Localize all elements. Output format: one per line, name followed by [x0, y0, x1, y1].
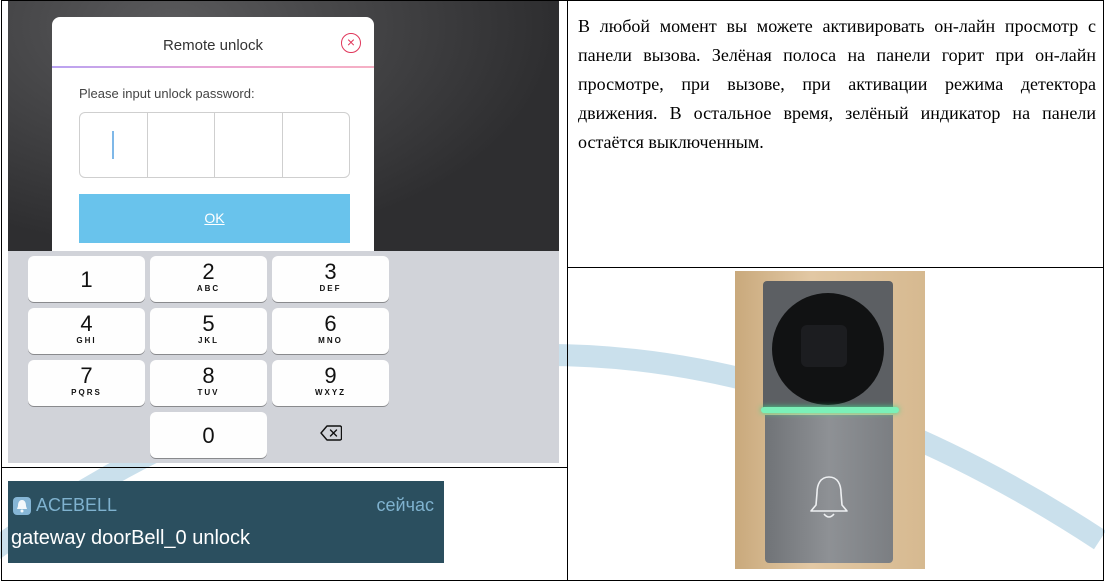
column-divider	[567, 1, 568, 580]
row-divider-left	[2, 467, 567, 468]
document-table	[1, 0, 1104, 581]
row-divider-right	[568, 267, 1104, 268]
